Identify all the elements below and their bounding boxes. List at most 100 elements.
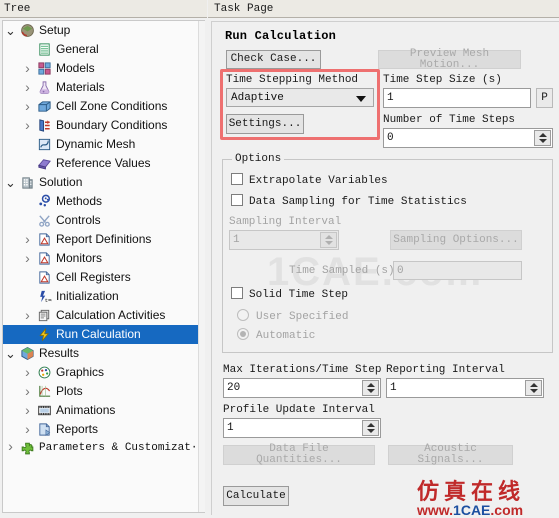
sidebar-item-results[interactable]: ⌄ Results: [3, 344, 205, 363]
sidebar-item-parameters-customizat[interactable]: › Parameters & Customizat···: [3, 439, 205, 458]
sidebar-item-label: Cell Registers: [56, 270, 131, 284]
automatic-radio: [237, 328, 249, 340]
sidebar-item-models[interactable]: › Models: [3, 59, 205, 78]
stepper-up-icon[interactable]: [366, 423, 375, 427]
chevron-right-icon[interactable]: ›: [20, 116, 35, 135]
reporting-interval-stepper[interactable]: [525, 380, 542, 396]
sidebar-item-calculation-activities[interactable]: › Calculation Activities: [3, 306, 205, 325]
number-of-time-steps-input[interactable]: 0: [383, 128, 553, 148]
methods-icon: [35, 194, 53, 209]
chevron-right-icon[interactable]: ›: [20, 249, 35, 268]
data-sampling-label: Data Sampling for Time Statistics: [249, 196, 467, 208]
watermark-chinese: 仿真在线: [417, 479, 526, 504]
stepper-up-icon[interactable]: [538, 133, 547, 137]
stepper-down-icon[interactable]: [366, 389, 375, 393]
chevron-right-icon[interactable]: ›: [20, 230, 35, 249]
watermark-url-tld: .com: [490, 502, 524, 518]
chevron-right-icon[interactable]: ›: [20, 420, 35, 439]
stepper-down-icon[interactable]: [529, 389, 538, 393]
reporting-interval-value: 1: [390, 382, 397, 394]
sidebar-item-report-definitions[interactable]: › Report Definitions: [3, 230, 205, 249]
stepper-down-icon[interactable]: [366, 429, 375, 433]
sidebar-item-dynamic-mesh[interactable]: Dynamic Mesh: [3, 135, 205, 154]
sidebar-item-label: Reports: [56, 422, 99, 436]
preview-mesh-motion-button: Preview Mesh Motion...: [378, 48, 521, 70]
number-of-time-steps-stepper[interactable]: [534, 130, 551, 146]
sidebar-item-run-calculation[interactable]: Run Calculation: [3, 325, 205, 344]
reports-icon: [35, 422, 53, 437]
max-iterations-input[interactable]: 20: [223, 378, 381, 398]
sidebar-item-label: General: [56, 42, 99, 56]
sidebar-item-cell-registers[interactable]: Cell Registers: [3, 268, 205, 287]
general-icon: [35, 42, 53, 57]
sidebar-item-label: Graphics: [56, 365, 105, 379]
time-step-size-label: Time Step Size (s): [383, 74, 502, 86]
sidebar-item-label: Reference Values: [56, 156, 151, 170]
data-file-quantities-button: Data File Quantities...: [223, 444, 375, 466]
user-specified-label: User Specified: [256, 311, 349, 323]
sidebar-item-methods[interactable]: Methods: [3, 192, 205, 211]
sidebar-item-general[interactable]: General: [3, 40, 205, 59]
watermark-url: www.1CAE.com: [417, 502, 523, 518]
options-group: [222, 159, 553, 353]
max-iterations-label: Max Iterations/Time Step: [223, 364, 382, 376]
reporting-interval-input[interactable]: 1: [386, 378, 544, 398]
run-calculation-icon: [35, 327, 53, 342]
sidebar-item-label: Materials: [56, 80, 105, 94]
sidebar-item-label: Run Calculation: [56, 327, 141, 341]
sidebar-item-controls[interactable]: Controls: [3, 211, 205, 230]
chevron-down-icon[interactable]: ⌄: [3, 24, 18, 37]
time-step-size-profile-button[interactable]: P: [536, 88, 553, 108]
results-icon: [18, 346, 36, 361]
graphics-icon: [35, 365, 53, 380]
acoustic-signals-button: Acoustic Signals...: [388, 444, 513, 466]
profile-update-interval-stepper[interactable]: [362, 420, 379, 436]
sidebar-item-cell-zone-conditions[interactable]: › Cell Zone Conditions: [3, 97, 205, 116]
svg-text:t=0: t=0: [44, 297, 51, 304]
tree-list[interactable]: ⌄ Setup General › Models › Materials › Cell Zone…: [2, 20, 205, 513]
plots-icon: [35, 384, 53, 399]
sidebar-item-monitors[interactable]: › Monitors: [3, 249, 205, 268]
chevron-right-icon[interactable]: ›: [20, 382, 35, 401]
sidebar-item-setup[interactable]: ⌄ Setup: [3, 21, 205, 40]
check-case-button[interactable]: Check Case...: [226, 50, 321, 69]
profile-update-interval-input[interactable]: 1: [223, 418, 381, 438]
chevron-right-icon[interactable]: ›: [20, 97, 35, 116]
max-iterations-stepper[interactable]: [362, 380, 379, 396]
stepper-down-icon[interactable]: [538, 139, 547, 143]
sidebar-item-initialization[interactable]: t=0 Initialization: [3, 287, 205, 306]
time-step-size-input[interactable]: 1: [383, 88, 531, 108]
task-page-body: 1CAE.com Run Calculation Check Case... P…: [211, 21, 559, 518]
sidebar-item-graphics[interactable]: › Graphics: [3, 363, 205, 382]
data-sampling-checkbox[interactable]: [231, 194, 243, 206]
tree-panel-header: Tree: [0, 0, 207, 18]
sidebar-item-boundary-conditions[interactable]: › Boundary Conditions: [3, 116, 205, 135]
chevron-right-icon[interactable]: ›: [20, 306, 35, 325]
chevron-right-icon[interactable]: ›: [20, 401, 35, 420]
stepper-up-icon: [324, 235, 333, 239]
sidebar-item-reference-values[interactable]: Reference Values: [3, 154, 205, 173]
sidebar-item-animations[interactable]: › Animations: [3, 401, 205, 420]
boundary-icon: [35, 118, 53, 133]
chevron-right-icon[interactable]: ›: [20, 363, 35, 382]
chevron-down-icon[interactable]: ⌄: [3, 176, 18, 189]
sidebar-item-plots[interactable]: › Plots: [3, 382, 205, 401]
sidebar-item-solution[interactable]: ⌄ Solution: [3, 173, 205, 192]
extrapolate-variables-checkbox[interactable]: [231, 173, 243, 185]
chevron-right-icon[interactable]: ›: [3, 439, 18, 458]
chevron-down-icon[interactable]: ⌄: [3, 347, 18, 360]
sampling-interval-label: Sampling Interval: [229, 216, 342, 228]
tree-scrollbar[interactable]: [198, 21, 205, 512]
chevron-right-icon[interactable]: ›: [20, 59, 35, 78]
stepper-up-icon[interactable]: [366, 383, 375, 387]
solid-time-step-checkbox[interactable]: [231, 287, 243, 299]
calculate-button[interactable]: Calculate: [223, 486, 289, 506]
stepper-up-icon[interactable]: [529, 383, 538, 387]
sidebar-item-label: Animations: [56, 403, 116, 417]
sidebar-item-reports[interactable]: › Reports: [3, 420, 205, 439]
sidebar-item-materials[interactable]: › Materials: [3, 78, 205, 97]
radio-dot-icon: [240, 331, 246, 337]
sampling-interval-value: 1: [233, 234, 240, 246]
dynamic-mesh-icon: [35, 137, 53, 152]
chevron-right-icon[interactable]: ›: [20, 78, 35, 97]
